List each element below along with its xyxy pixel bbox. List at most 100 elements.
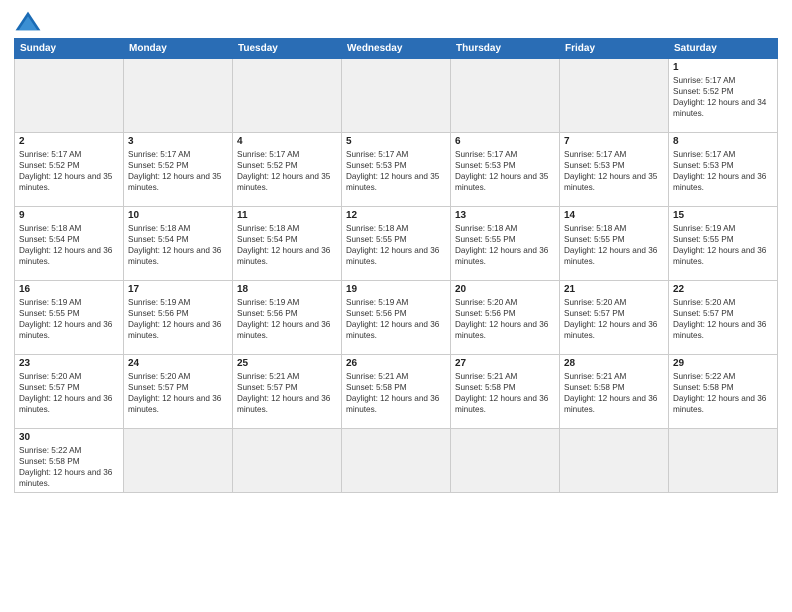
- calendar-cell: 25Sunrise: 5:21 AMSunset: 5:57 PMDayligh…: [233, 355, 342, 429]
- day-number: 7: [564, 136, 664, 147]
- calendar-cell: [451, 59, 560, 133]
- day-number: 28: [564, 358, 664, 369]
- day-info: Sunrise: 5:21 AMSunset: 5:58 PMDaylight:…: [455, 371, 555, 415]
- day-info: Sunrise: 5:22 AMSunset: 5:58 PMDaylight:…: [673, 371, 773, 415]
- day-number: 20: [455, 284, 555, 295]
- calendar-cell: 21 Sunrise: 5:20 AMSunset: 5:57 PMDayligh…: [560, 281, 669, 355]
- calendar-week-5: 30Sunrise: 5:22 AMSunset: 5:58 PMDayligh…: [15, 429, 778, 493]
- day-info: Sunrise: 5:19 AMSunset: 5:56 PMDaylight:…: [346, 297, 446, 341]
- logo-icon: [14, 10, 42, 32]
- calendar-week-1: 2 Sunrise: 5:17 AMSunset: 5:52 PMDaylight…: [15, 133, 778, 207]
- header: [14, 10, 778, 32]
- day-number: 14: [564, 210, 664, 221]
- calendar-cell: 10 Sunrise: 5:18 AMSunset: 5:54 PMDayligh…: [124, 207, 233, 281]
- day-number: 16: [19, 284, 119, 295]
- calendar-cell: 19Sunrise: 5:19 AMSunset: 5:56 PMDayligh…: [342, 281, 451, 355]
- day-info: Sunrise: 5:20 AMSunset: 5:56 PMDaylight:…: [455, 297, 555, 341]
- calendar-cell: 6Sunrise: 5:17 AMSunset: 5:53 PMDaylight…: [451, 133, 560, 207]
- calendar-cell: 14Sunrise: 5:18 AMSunset: 5:55 PMDayligh…: [560, 207, 669, 281]
- calendar-cell: [233, 59, 342, 133]
- day-number: 29: [673, 358, 773, 369]
- page: SundayMondayTuesdayWednesdayThursdayFrid…: [0, 0, 792, 612]
- calendar-week-4: 23 Sunrise: 5:20 AMSunset: 5:57 PMDayligh…: [15, 355, 778, 429]
- calendar-cell: 13Sunrise: 5:18 AMSunset: 5:55 PMDayligh…: [451, 207, 560, 281]
- day-header-sunday: Sunday: [15, 39, 124, 59]
- calendar-cell: 27Sunrise: 5:21 AMSunset: 5:58 PMDayligh…: [451, 355, 560, 429]
- day-number: 25: [237, 358, 337, 369]
- calendar: SundayMondayTuesdayWednesdayThursdayFrid…: [14, 38, 778, 493]
- calendar-cell: 18 Sunrise: 5:19 AMSunset: 5:56 PMDayligh…: [233, 281, 342, 355]
- calendar-cell: 29 Sunrise: 5:22 AMSunset: 5:58 PMDayligh…: [669, 355, 778, 429]
- day-info: Sunrise: 5:21 AMSunset: 5:58 PMDaylight:…: [346, 371, 446, 415]
- calendar-cell: 23 Sunrise: 5:20 AMSunset: 5:57 PMDayligh…: [15, 355, 124, 429]
- day-info: Sunrise: 5:17 AMSunset: 5:52 PMDaylight:…: [19, 149, 119, 193]
- day-number: 11: [237, 210, 337, 221]
- day-header-tuesday: Tuesday: [233, 39, 342, 59]
- day-header-friday: Friday: [560, 39, 669, 59]
- day-header-wednesday: Wednesday: [342, 39, 451, 59]
- calendar-cell: 16 Sunrise: 5:19 AMSunset: 5:55 PMDayligh…: [15, 281, 124, 355]
- day-info: Sunrise: 5:18 AMSunset: 5:54 PMDaylight:…: [19, 223, 119, 267]
- calendar-cell: 24Sunrise: 5:20 AMSunset: 5:57 PMDayligh…: [124, 355, 233, 429]
- day-number: 5: [346, 136, 446, 147]
- day-number: 12: [346, 210, 446, 221]
- calendar-cell: 7 Sunrise: 5:17 AMSunset: 5:53 PMDaylight…: [560, 133, 669, 207]
- calendar-cell: 30Sunrise: 5:22 AMSunset: 5:58 PMDayligh…: [15, 429, 124, 493]
- day-number: 3: [128, 136, 228, 147]
- day-info: Sunrise: 5:19 AMSunset: 5:55 PMDaylight:…: [673, 223, 773, 267]
- calendar-cell: [233, 429, 342, 493]
- calendar-cell: [342, 429, 451, 493]
- day-info: Sunrise: 5:20 AMSunset: 5:57 PMDaylight:…: [128, 371, 228, 415]
- day-number: 18: [237, 284, 337, 295]
- calendar-cell: 5 Sunrise: 5:17 AMSunset: 5:53 PMDaylight…: [342, 133, 451, 207]
- day-info: Sunrise: 5:17 AMSunset: 5:52 PMDaylight:…: [237, 149, 337, 193]
- day-number: 4: [237, 136, 337, 147]
- calendar-cell: [451, 429, 560, 493]
- day-info: Sunrise: 5:17 AMSunset: 5:53 PMDaylight:…: [673, 149, 773, 193]
- day-number: 23: [19, 358, 119, 369]
- day-info: Sunrise: 5:18 AMSunset: 5:55 PMDaylight:…: [346, 223, 446, 267]
- day-info: Sunrise: 5:22 AMSunset: 5:58 PMDaylight:…: [19, 445, 119, 489]
- day-info: Sunrise: 5:21 AMSunset: 5:58 PMDaylight:…: [564, 371, 664, 415]
- day-info: Sunrise: 5:18 AMSunset: 5:54 PMDaylight:…: [128, 223, 228, 267]
- day-header-thursday: Thursday: [451, 39, 560, 59]
- calendar-week-3: 16 Sunrise: 5:19 AMSunset: 5:55 PMDayligh…: [15, 281, 778, 355]
- calendar-cell: 22Sunrise: 5:20 AMSunset: 5:57 PMDayligh…: [669, 281, 778, 355]
- day-number: 1: [673, 62, 773, 73]
- day-info: Sunrise: 5:20 AMSunset: 5:57 PMDaylight:…: [19, 371, 119, 415]
- calendar-header-row: SundayMondayTuesdayWednesdayThursdayFrid…: [15, 39, 778, 59]
- logo: [14, 10, 46, 32]
- day-header-monday: Monday: [124, 39, 233, 59]
- calendar-cell: [560, 429, 669, 493]
- day-info: Sunrise: 5:17 AMSunset: 5:53 PMDaylight:…: [346, 149, 446, 193]
- calendar-week-2: 9 Sunrise: 5:18 AMSunset: 5:54 PMDaylight…: [15, 207, 778, 281]
- day-info: Sunrise: 5:19 AMSunset: 5:56 PMDaylight:…: [237, 297, 337, 341]
- day-number: 6: [455, 136, 555, 147]
- day-header-saturday: Saturday: [669, 39, 778, 59]
- day-info: Sunrise: 5:17 AMSunset: 5:52 PMDaylight:…: [128, 149, 228, 193]
- calendar-cell: [124, 429, 233, 493]
- calendar-cell: [342, 59, 451, 133]
- day-number: 15: [673, 210, 773, 221]
- day-number: 9: [19, 210, 119, 221]
- day-info: Sunrise: 5:17 AMSunset: 5:52 PMDaylight:…: [673, 75, 773, 119]
- calendar-cell: 28 Sunrise: 5:21 AMSunset: 5:58 PMDayligh…: [560, 355, 669, 429]
- day-info: Sunrise: 5:20 AMSunset: 5:57 PMDaylight:…: [564, 297, 664, 341]
- day-number: 22: [673, 284, 773, 295]
- day-number: 10: [128, 210, 228, 221]
- calendar-cell: 11 Sunrise: 5:18 AMSunset: 5:54 PMDayligh…: [233, 207, 342, 281]
- day-number: 2: [19, 136, 119, 147]
- calendar-cell: 4 Sunrise: 5:17 AMSunset: 5:52 PMDaylight…: [233, 133, 342, 207]
- calendar-cell: 9 Sunrise: 5:18 AMSunset: 5:54 PMDaylight…: [15, 207, 124, 281]
- day-info: Sunrise: 5:18 AMSunset: 5:55 PMDaylight:…: [455, 223, 555, 267]
- day-info: Sunrise: 5:17 AMSunset: 5:53 PMDaylight:…: [564, 149, 664, 193]
- day-info: Sunrise: 5:19 AMSunset: 5:55 PMDaylight:…: [19, 297, 119, 341]
- calendar-cell: 15 Sunrise: 5:19 AMSunset: 5:55 PMDayligh…: [669, 207, 778, 281]
- calendar-cell: [124, 59, 233, 133]
- calendar-cell: 2 Sunrise: 5:17 AMSunset: 5:52 PMDaylight…: [15, 133, 124, 207]
- day-info: Sunrise: 5:18 AMSunset: 5:54 PMDaylight:…: [237, 223, 337, 267]
- calendar-cell: 12 Sunrise: 5:18 AMSunset: 5:55 PMDayligh…: [342, 207, 451, 281]
- calendar-cell: 1 Sunrise: 5:17 AMSunset: 5:52 PMDaylight…: [669, 59, 778, 133]
- calendar-cell: [15, 59, 124, 133]
- day-number: 21: [564, 284, 664, 295]
